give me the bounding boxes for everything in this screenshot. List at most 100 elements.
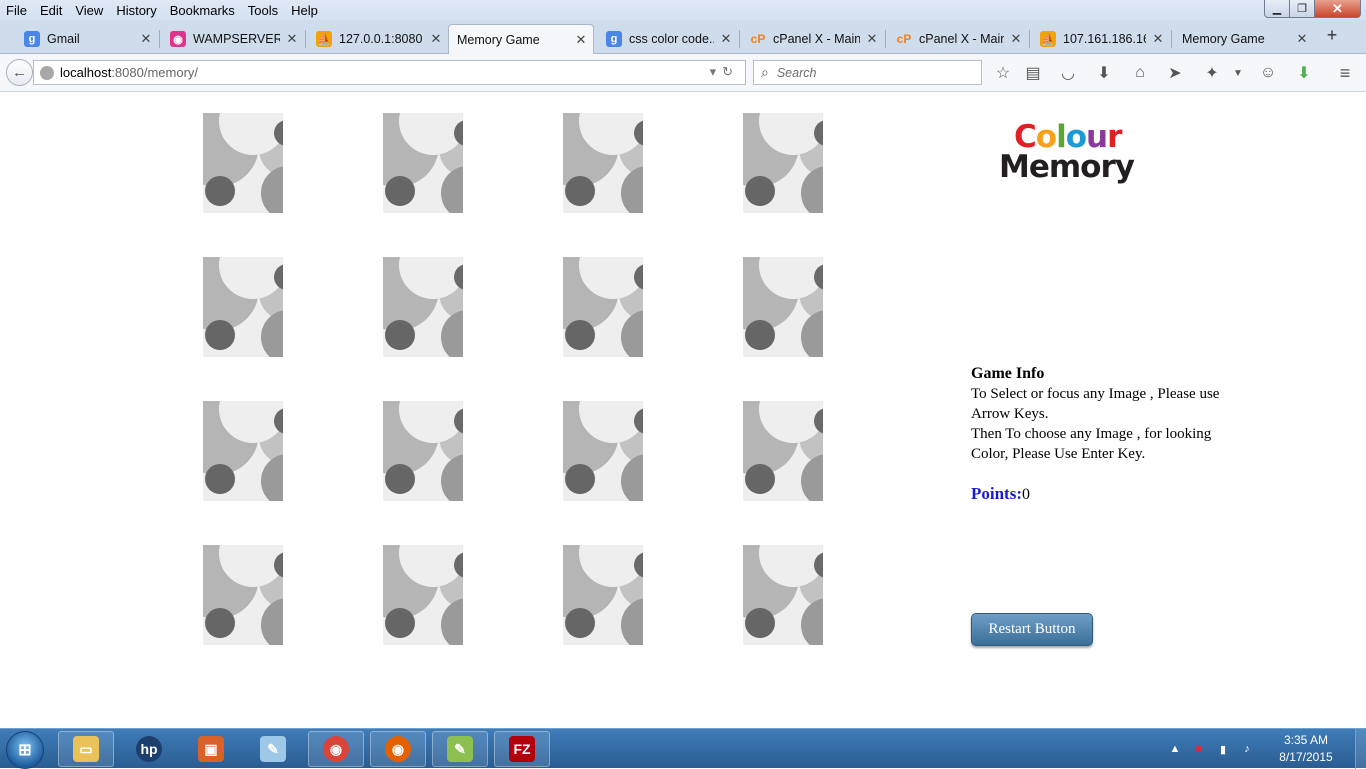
downloads-icon[interactable]: ⬇ xyxy=(1094,63,1114,83)
close-tab-icon[interactable]: ✕ xyxy=(1150,31,1166,47)
memory-card[interactable] xyxy=(743,113,823,213)
start-button[interactable]: ⊞ xyxy=(6,731,44,769)
tab-7[interactable]: cP cPanel X - Main ✕ xyxy=(884,24,1028,54)
memory-card[interactable] xyxy=(383,113,463,213)
close-tab-icon[interactable]: ✕ xyxy=(1008,31,1024,47)
new-tab-button[interactable]: + xyxy=(1322,25,1342,46)
menu-help[interactable]: Help xyxy=(284,3,324,18)
close-window-button[interactable]: ✕ xyxy=(1315,0,1361,18)
tray-app-icon[interactable]: ■ xyxy=(1190,740,1208,758)
pocket-icon[interactable]: ◡ xyxy=(1058,63,1078,83)
extension-icon[interactable]: ✦ xyxy=(1202,63,1222,83)
close-tab-icon[interactable]: ✕ xyxy=(284,31,300,47)
memory-card[interactable] xyxy=(203,545,283,645)
tab-6[interactable]: cP cPanel X - Main ✕ xyxy=(738,24,884,54)
card-back-pattern xyxy=(563,257,643,357)
memory-card[interactable] xyxy=(203,113,283,213)
close-tab-icon[interactable]: ✕ xyxy=(718,31,734,47)
hp-icon: hp xyxy=(136,736,162,762)
memory-card[interactable] xyxy=(563,257,643,357)
menu-view[interactable]: View xyxy=(68,3,109,18)
menu-file[interactable]: File xyxy=(0,3,33,18)
taskbar-app-button[interactable]: ◉ xyxy=(308,731,364,767)
tab-title: css color code... xyxy=(629,32,714,46)
reload-icon[interactable]: ▾↻ xyxy=(710,64,739,80)
windows-explorer-icon: ▭ xyxy=(73,736,99,762)
taskbar-app-button[interactable]: ▣ xyxy=(183,731,239,767)
network-icon[interactable]: ▮ xyxy=(1214,740,1232,758)
taskbar-app-button[interactable]: hp xyxy=(121,731,177,767)
url-bar[interactable]: localhost:8080/memory/ ▾↻ xyxy=(33,60,746,85)
close-tab-icon[interactable]: ✕ xyxy=(573,32,589,48)
hamburger-menu-icon[interactable]: ≡ xyxy=(1335,63,1355,83)
search-input[interactable]: ⌕ Search xyxy=(753,60,982,85)
tab-2[interactable]: ◉ WAMPSERVER... ✕ xyxy=(158,24,304,54)
extension-dropdown-icon[interactable]: ▼ xyxy=(1228,63,1248,83)
card-back-pattern xyxy=(563,545,643,645)
back-button[interactable]: ← xyxy=(6,59,33,86)
site-identity-icon[interactable] xyxy=(40,65,54,80)
card-back-pattern xyxy=(743,401,823,501)
tab-title: Memory Game xyxy=(1182,32,1265,46)
points-value: 0 xyxy=(1022,486,1030,503)
memory-card[interactable] xyxy=(203,401,283,501)
download-manager-icon[interactable]: ⬇ xyxy=(1294,63,1314,83)
tab-9[interactable]: Memory Game ✕ xyxy=(1170,24,1314,54)
game-info-line-1: To Select or focus any Image , Please us… xyxy=(971,386,1220,422)
tab-3[interactable]: ⛵ 127.0.0.1:8080 ... ✕ xyxy=(304,24,448,54)
menu-tools[interactable]: Tools xyxy=(241,3,284,18)
memory-card[interactable] xyxy=(563,113,643,213)
url-host: localhost xyxy=(60,65,112,80)
taskbar-app-button[interactable]: FZ xyxy=(494,731,550,767)
memory-card[interactable] xyxy=(383,401,463,501)
card-back-pattern xyxy=(203,401,283,501)
taskbar: ⊞ ▭ hp ▣ ✎ ◉ ◉ ✎ FZ ▲ ■ ▮ ♪ 3:35 AM 8/17/2015 xyxy=(0,728,1366,769)
memory-card[interactable] xyxy=(383,257,463,357)
search-icon: ⌕ xyxy=(761,64,769,80)
tab-8[interactable]: ⛵ 107.161.186.16... ✕ xyxy=(1028,24,1170,54)
wamp-icon: ◉ xyxy=(170,31,186,47)
memory-card[interactable] xyxy=(203,257,283,357)
show-hidden-icons-icon[interactable]: ▲ xyxy=(1166,740,1184,758)
taskbar-app-button[interactable]: ✎ xyxy=(245,731,301,767)
memory-card[interactable] xyxy=(383,545,463,645)
memory-card[interactable] xyxy=(563,545,643,645)
card-back-pattern xyxy=(203,257,283,357)
firefox-icon: ◉ xyxy=(385,736,411,762)
menu-history[interactable]: History xyxy=(109,3,162,18)
minimize-button[interactable]: ▁ xyxy=(1264,0,1290,18)
menu-bookmarks[interactable]: Bookmarks xyxy=(163,3,241,18)
bookmarks-menu-icon[interactable]: ▤ xyxy=(1023,63,1043,83)
restart-button[interactable]: Restart Button xyxy=(971,613,1093,646)
taskbar-app-button[interactable]: ◉ xyxy=(370,731,426,767)
tab-4[interactable]: Memory Game ✕ xyxy=(448,24,594,55)
chat-icon[interactable]: ☺ xyxy=(1258,63,1278,83)
tab-5[interactable]: g css color code... ✕ xyxy=(594,24,738,54)
close-tab-icon[interactable]: ✕ xyxy=(1294,31,1310,47)
menu-edit[interactable]: Edit xyxy=(33,3,68,18)
card-back-pattern xyxy=(383,257,463,357)
show-desktop-button[interactable] xyxy=(1355,729,1366,769)
tab-1[interactable]: g Gmail ✕ xyxy=(12,24,158,54)
logo-word-memory: Memory xyxy=(999,149,1135,185)
tab-title: 127.0.0.1:8080 ... xyxy=(339,32,424,46)
close-tab-icon[interactable]: ✕ xyxy=(428,31,444,47)
taskbar-app-button[interactable]: ▭ xyxy=(58,731,114,767)
memory-card[interactable] xyxy=(743,545,823,645)
send-icon[interactable]: ➤ xyxy=(1165,63,1185,83)
memory-card[interactable] xyxy=(743,257,823,357)
maximize-button[interactable]: ❐ xyxy=(1290,0,1315,18)
clock[interactable]: 3:35 AM 8/17/2015 xyxy=(1263,732,1349,766)
close-tab-icon[interactable]: ✕ xyxy=(864,31,880,47)
memory-card[interactable] xyxy=(563,401,643,501)
taskbar-app-button[interactable]: ✎ xyxy=(432,731,488,767)
close-tab-icon[interactable]: ✕ xyxy=(138,31,154,47)
google-icon: g xyxy=(24,31,40,47)
volume-icon[interactable]: ♪ xyxy=(1238,740,1256,758)
home-icon[interactable]: ⌂ xyxy=(1130,63,1150,83)
card-back-pattern xyxy=(383,545,463,645)
bookmark-star-icon[interactable]: ☆ xyxy=(993,63,1013,83)
url-path: :8080/memory/ xyxy=(111,65,199,80)
memory-card[interactable] xyxy=(743,401,823,501)
tab-title: cPanel X - Main xyxy=(919,32,1004,46)
